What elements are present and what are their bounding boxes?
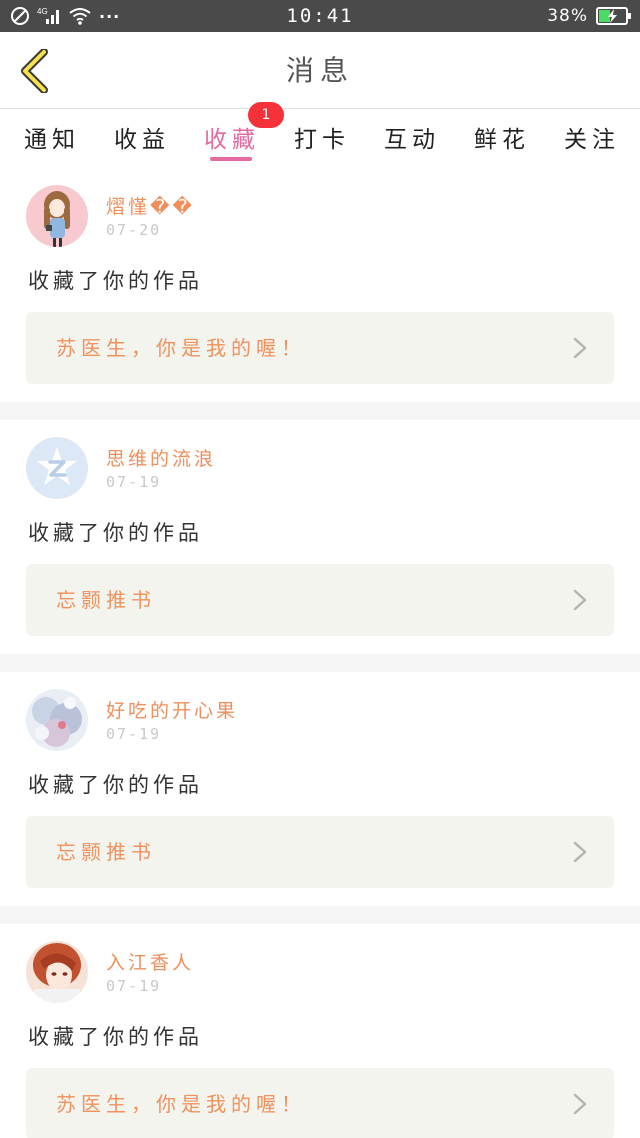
tab-label: 通知 bbox=[24, 127, 80, 153]
action-text: 收藏了你的作品 bbox=[28, 269, 203, 293]
avatar[interactable] bbox=[26, 689, 88, 751]
tab-label: 关注 bbox=[564, 127, 620, 153]
tab-label: 收益 bbox=[114, 127, 170, 153]
work-link[interactable]: 苏医生，你是我的喔！ bbox=[26, 1068, 614, 1138]
divider bbox=[0, 654, 640, 672]
page-title: 消息 bbox=[285, 54, 354, 87]
list-item: 思维的流浪 07-19 收藏了你的作品 忘颢推书 bbox=[0, 420, 640, 654]
avatar-image bbox=[26, 941, 88, 1003]
page-header: 消息 bbox=[0, 32, 640, 109]
list-item: 好吃的开心果 07-19 收藏了你的作品 忘颢推书 bbox=[0, 672, 640, 906]
work-title: 苏医生，你是我的喔！ bbox=[56, 336, 306, 360]
username[interactable]: 好吃的开心果 bbox=[106, 696, 238, 723]
list-item: 入江香人 07-19 收藏了你的作品 苏医生，你是我的喔！ bbox=[0, 924, 640, 1138]
chevron-right-icon bbox=[573, 841, 587, 863]
notification-list: 熠慬�� 07-20 收藏了你的作品 苏医生，你是我的喔！ 思维的流浪 07-1… bbox=[0, 168, 640, 1138]
avatar-image bbox=[26, 185, 88, 247]
action-text: 收藏了你的作品 bbox=[28, 773, 203, 797]
timestamp: 07-20 bbox=[106, 221, 162, 239]
username[interactable]: 入江香人 bbox=[106, 948, 194, 975]
username[interactable]: 熠慬�� bbox=[106, 192, 195, 219]
chevron-right-icon bbox=[573, 337, 587, 359]
unread-badge: 1 bbox=[248, 102, 284, 128]
chevron-right-icon bbox=[573, 589, 587, 611]
avatar[interactable] bbox=[26, 941, 88, 1003]
tab-checkin[interactable]: 打卡 bbox=[294, 110, 350, 168]
tab-income[interactable]: 收益 bbox=[114, 110, 170, 168]
status-bar: 4G ··· 10:41 38% bbox=[0, 0, 640, 32]
action-text: 收藏了你的作品 bbox=[28, 1025, 203, 1049]
work-link[interactable]: 苏医生，你是我的喔！ bbox=[26, 312, 614, 384]
avatar-image bbox=[26, 689, 88, 751]
work-link[interactable]: 忘颢推书 bbox=[26, 564, 614, 636]
divider bbox=[0, 402, 640, 420]
battery-percent: 38% bbox=[547, 6, 588, 26]
tab-favorites[interactable]: 收藏 1 bbox=[204, 102, 284, 168]
tab-label: 互动 bbox=[384, 127, 440, 153]
username[interactable]: 思维的流浪 bbox=[106, 444, 216, 471]
work-title: 苏医生，你是我的喔！ bbox=[56, 1092, 306, 1116]
status-right-icons: 38% bbox=[547, 0, 632, 32]
tab-label: 鲜花 bbox=[474, 127, 530, 153]
timestamp: 07-19 bbox=[106, 977, 162, 995]
list-item: 熠慬�� 07-20 收藏了你的作品 苏医生，你是我的喔！ bbox=[0, 168, 640, 402]
battery-charging-icon bbox=[596, 7, 631, 25]
status-time: 10:41 bbox=[286, 5, 354, 27]
tab-label: 收藏 bbox=[204, 127, 260, 153]
work-title: 忘颢推书 bbox=[56, 588, 156, 612]
active-tab-indicator bbox=[210, 157, 252, 161]
tab-notice[interactable]: 通知 bbox=[24, 110, 80, 168]
message-tabs: 通知 收益 收藏 1 打卡 互动 鲜花 关注 bbox=[0, 102, 640, 168]
work-title: 忘颢推书 bbox=[56, 840, 156, 864]
tab-flowers[interactable]: 鲜花 bbox=[474, 110, 530, 168]
tab-interaction[interactable]: 互动 bbox=[384, 110, 440, 168]
timestamp: 07-19 bbox=[106, 725, 162, 743]
avatar[interactable] bbox=[26, 437, 88, 499]
action-text: 收藏了你的作品 bbox=[28, 521, 203, 545]
work-link[interactable]: 忘颢推书 bbox=[26, 816, 614, 888]
avatar[interactable] bbox=[26, 185, 88, 247]
default-avatar-icon bbox=[26, 437, 88, 499]
chevron-right-icon bbox=[573, 1093, 587, 1115]
tab-follow[interactable]: 关注 bbox=[564, 110, 620, 168]
divider bbox=[0, 906, 640, 924]
timestamp: 07-19 bbox=[106, 473, 162, 491]
tab-label: 打卡 bbox=[294, 127, 350, 153]
